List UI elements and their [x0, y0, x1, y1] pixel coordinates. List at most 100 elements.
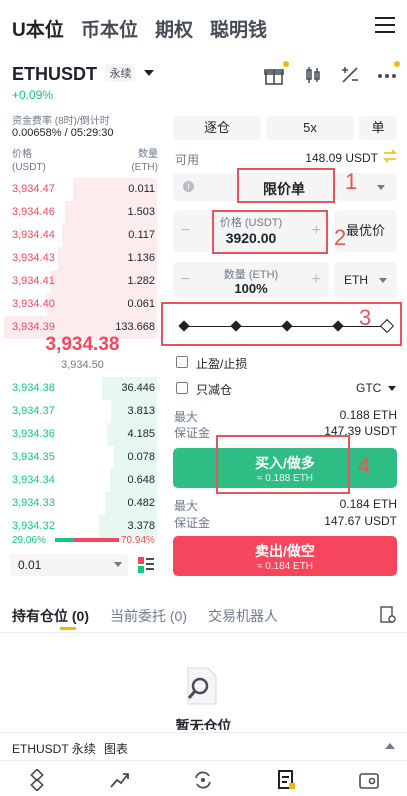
plus-icon[interactable]: +: [312, 271, 321, 289]
quantity-input-value: 100%: [234, 281, 268, 296]
mark-price: 3,934.50: [61, 359, 104, 371]
tpsl-checkbox[interactable]: [176, 356, 188, 368]
available-value: 148.09 USDT: [305, 151, 378, 165]
buy-margin-label: 保证金: [174, 426, 211, 440]
futures-icon[interactable]: [275, 769, 299, 791]
sell-short-button[interactable]: 卖出/做空 ≈ 0.184 ETH: [173, 536, 397, 576]
depth-step-select[interactable]: 0.01: [10, 554, 128, 576]
chart-bar-symbol: ETHUSDT 永续: [12, 742, 96, 756]
quantity-unit-select[interactable]: ETH: [334, 262, 397, 298]
markets-icon[interactable]: [109, 769, 133, 791]
annotation-box-4: [216, 435, 350, 494]
time-in-force-select[interactable]: GTC: [356, 381, 396, 395]
funding-rate-label: 资金费率 (8时)/倒计时: [12, 116, 110, 127]
annotation-box-2: [212, 210, 328, 254]
bid-row[interactable]: 3,934.33 0.482: [0, 492, 165, 515]
ask-row[interactable]: 3,934.43 1.136: [0, 247, 165, 270]
ask-qty: 1.282: [127, 275, 155, 287]
position-tabs: 持有仓位 (0) 当前委托 (0) 交易机器人: [0, 598, 407, 630]
bid-row[interactable]: 3,934.35 0.078: [0, 446, 165, 469]
last-price[interactable]: 3,934.38: [0, 334, 165, 356]
bid-row[interactable]: 3,934.38 36.446: [0, 377, 165, 400]
annotation-number-2: 2: [334, 225, 347, 250]
perpetual-tag: 永续: [105, 64, 136, 82]
ratio-bar: [55, 538, 119, 542]
annotation-box-1: [237, 168, 335, 203]
funding-rate-value: 0.00658% / 05:29:30: [12, 127, 114, 139]
caret-down-icon: [143, 70, 154, 76]
symbol-name: ETHUSDT: [12, 64, 97, 84]
ask-price: 3,934.47: [12, 183, 55, 195]
orderbook-layout-icon[interactable]: [137, 556, 155, 574]
tab-positions[interactable]: 持有仓位 (0): [12, 606, 89, 626]
menu-icon[interactable]: [375, 17, 395, 35]
ask-qty: 0.117: [128, 229, 155, 241]
ask-row[interactable]: 3,934.46 1.503: [0, 201, 165, 224]
quantity-input[interactable]: − 数量 (ETH) 100% +: [173, 262, 329, 298]
bid-price: 3,934.37: [12, 405, 55, 417]
bid-row[interactable]: 3,934.37 3.813: [0, 400, 165, 423]
ask-row[interactable]: 3,934.40 0.061: [0, 293, 165, 316]
chart-bar-label: 图表: [104, 742, 129, 756]
chart-bar[interactable]: ETHUSDT 永续 图表: [0, 732, 407, 760]
bid-qty: 0.078: [127, 451, 155, 463]
buy-max-value: 0.188 ETH: [339, 408, 397, 422]
calculator-icon[interactable]: [339, 64, 363, 88]
position-mode-button[interactable]: 单: [359, 116, 397, 140]
history-icon[interactable]: [380, 606, 396, 624]
annotation-number-1: 1: [345, 169, 358, 194]
symbol-selector[interactable]: ETHUSDT 永续: [12, 64, 154, 85]
bid-price: 3,934.36: [12, 428, 55, 440]
tab-options[interactable]: 期权: [155, 15, 193, 42]
leverage-button[interactable]: 5x: [266, 116, 354, 140]
reduce-only-label: 只减仓: [196, 383, 233, 397]
ask-row[interactable]: 3,934.41 1.282: [0, 270, 165, 293]
sell-margin-value: 147.67 USDT: [324, 514, 397, 528]
margin-mode-button[interactable]: 逐仓: [173, 116, 261, 140]
sell-max-value: 0.184 ETH: [339, 497, 397, 511]
available-label: 可用: [175, 153, 200, 167]
wallet-icon[interactable]: [358, 769, 382, 791]
tab-smart-money[interactable]: 聪明钱: [210, 15, 267, 42]
home-icon[interactable]: [26, 768, 50, 792]
caret-down-icon: [387, 386, 396, 391]
tab-coinm[interactable]: 币本位: [81, 15, 138, 42]
bottom-nav: [0, 760, 407, 796]
empty-text: 暂无仓位: [175, 718, 232, 730]
tab-trading-bots[interactable]: 交易机器人: [208, 606, 278, 626]
ask-price: 3,934.43: [12, 252, 55, 264]
bid-price: 3,934.33: [12, 497, 55, 509]
candlestick-icon[interactable]: [302, 64, 326, 88]
ask-qty: 0.011: [128, 183, 155, 195]
bid-price: 3,934.35: [12, 451, 55, 463]
info-icon[interactable]: i: [183, 181, 194, 192]
bid-price: 3,934.38: [12, 382, 55, 394]
bid-ratio: 29.06%: [12, 535, 46, 546]
transfer-icon[interactable]: [382, 149, 398, 163]
tab-usdm[interactable]: U本位: [12, 15, 64, 42]
caret-down-icon: [379, 278, 387, 283]
bid-qty: 36.446: [121, 382, 155, 394]
ask-qty: 1.136: [127, 252, 155, 264]
caret-down-icon: [114, 562, 122, 567]
ask-row[interactable]: 3,934.44 0.117: [0, 224, 165, 247]
bid-row[interactable]: 3,934.36 4.185: [0, 423, 165, 446]
reduce-only-checkbox[interactable]: [176, 382, 188, 394]
gift-icon[interactable]: [263, 61, 289, 88]
active-tab-indicator: [60, 627, 76, 630]
sell-max-label: 最大: [174, 499, 199, 513]
annotation-number-4: 4: [358, 453, 371, 478]
more-icon[interactable]: [376, 61, 400, 88]
tab-open-orders[interactable]: 当前委托 (0): [110, 606, 187, 626]
ob-price-header: 价格 (USDT): [12, 149, 46, 173]
ask-ratio: 70.94%: [121, 535, 155, 546]
ask-price: 3,934.39: [12, 321, 55, 333]
sell-short-sub: ≈ 0.184 ETH: [256, 561, 314, 572]
chevron-up-icon[interactable]: [385, 743, 395, 749]
time-in-force-value: GTC: [356, 381, 382, 395]
bid-qty: 0.482: [127, 497, 155, 509]
ask-row[interactable]: 3,934.47 0.011: [0, 178, 165, 201]
bid-qty: 4.185: [127, 428, 155, 440]
bid-row[interactable]: 3,934.34 0.648: [0, 469, 165, 492]
trade-icon[interactable]: [192, 769, 216, 791]
